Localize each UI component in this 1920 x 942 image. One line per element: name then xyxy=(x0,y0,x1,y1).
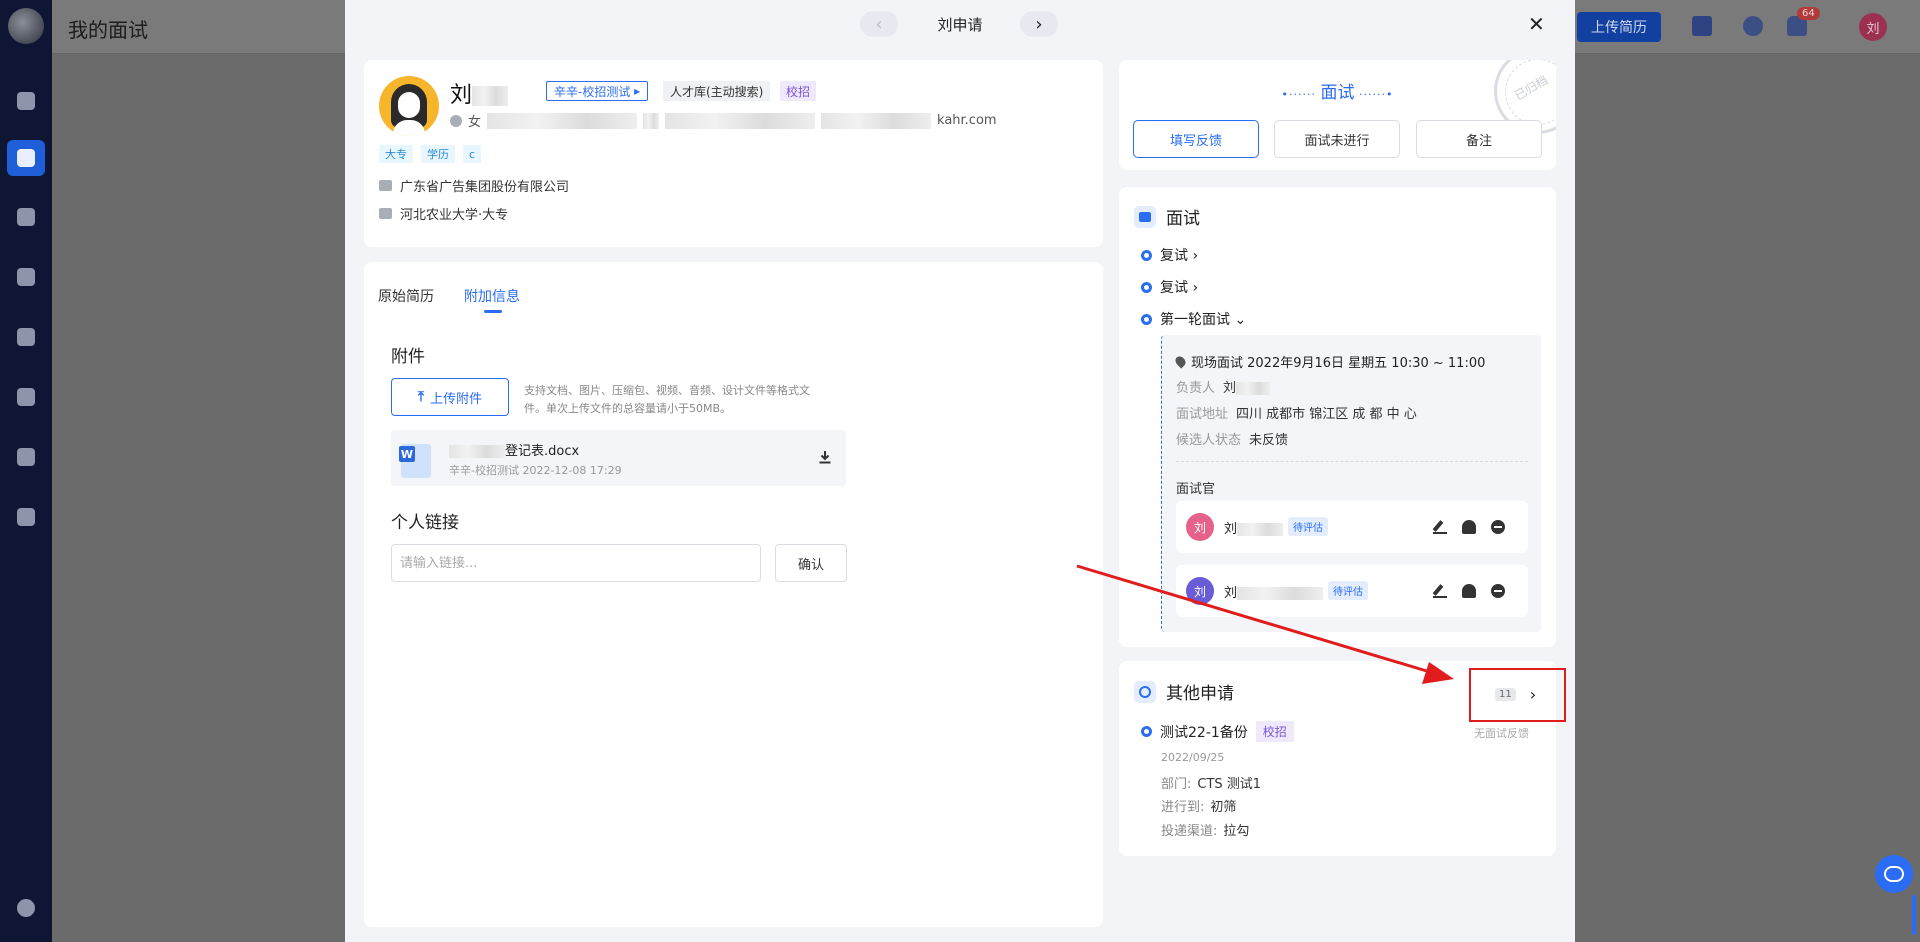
no-feedback-label: 无面试反馈 xyxy=(1474,727,1529,740)
company-row: 广东省广告集团股份有限公司 xyxy=(379,176,569,195)
file-name: 登记表.docx xyxy=(449,440,579,459)
candidate-name: 刘 xyxy=(450,77,509,109)
interview-time: 现场面试 2022年9月16日 星期五 10:30 ~ 11:00 xyxy=(1173,352,1485,371)
nav-settings-icon[interactable] xyxy=(0,890,52,926)
address-row: 面试地址 四川 成都市 锦江区 成 都 中 心 xyxy=(1176,407,1417,422)
nav-chart-icon[interactable] xyxy=(0,499,52,535)
interviewers-title: 面试官 xyxy=(1176,482,1216,497)
location-pin-icon xyxy=(1173,354,1188,369)
interviewer-name: 刘 xyxy=(1224,582,1324,601)
candidate-chips: 大专 学历 c xyxy=(379,145,482,163)
chip: 大专 xyxy=(379,145,413,163)
nav-monitor-icon[interactable] xyxy=(0,379,52,415)
confirm-link-button[interactable]: 确认 xyxy=(775,544,847,582)
other-applications-header: 其他申请 xyxy=(1134,679,1234,704)
interviewer-row: 刘 刘 待评估 xyxy=(1176,501,1528,553)
close-icon[interactable]: ✕ xyxy=(1528,12,1545,36)
application-item[interactable]: 测试22-1备份 校招 xyxy=(1141,721,1294,742)
candidate-card: 刘 辛辛-校招测试 ▸ 人才库(主动搜索) 校招 女 kahr.com 大专 学… xyxy=(364,60,1103,247)
drawer-header: ‹ 刘申请 › ✕ xyxy=(345,0,1575,46)
owner-row: 负责人刘 xyxy=(1176,377,1271,396)
app-sidebar xyxy=(0,0,52,942)
attachments-title: 附件 xyxy=(391,347,425,367)
interview-status-card: •······ 面试 ······• 已归档 填写反馈 面试未进行 备注 xyxy=(1119,60,1556,170)
channel-tag[interactable]: 辛辛-校招测试 ▸ xyxy=(546,81,649,101)
personal-links-title: 个人链接 xyxy=(391,513,459,533)
nav-calendar-icon[interactable] xyxy=(0,140,52,176)
interviewer-row: 刘 刘 待评估 xyxy=(1176,565,1528,617)
page-title: 我的面试 xyxy=(68,18,148,42)
app-type-tag: 校招 xyxy=(1255,721,1294,742)
interview-card: 面试 复试 › 复试 › 第一轮面试 ⌄ 现场面试 2022年9月16日 星期五… xyxy=(1119,187,1556,647)
stage-row: 进行到: 初筛 xyxy=(1161,800,1237,815)
application-date: 2022/09/25 xyxy=(1161,751,1225,764)
pool-tag: 人才库(主动搜索) xyxy=(663,81,771,101)
round-item[interactable]: 复试 › xyxy=(1141,277,1198,297)
nav-clipboard-icon[interactable] xyxy=(0,199,52,235)
edit-icon[interactable] xyxy=(1433,520,1447,534)
school-row: 河北农业大学·大专 xyxy=(379,204,508,223)
application-drawer: ‹ 刘申请 › ✕ 刘 辛辛-校招测试 ▸ 人才库(主动搜索) 校招 女 kah… xyxy=(345,0,1575,942)
interviewer-avatar: 刘 xyxy=(1186,513,1214,541)
tab-additional-info[interactable]: 附加信息 xyxy=(464,286,520,313)
fill-feedback-button[interactable]: 填写反馈 xyxy=(1133,120,1259,158)
tab-original-resume[interactable]: 原始简历 xyxy=(378,286,434,306)
annotation-highlight-box xyxy=(1469,668,1566,722)
nav-user-icon[interactable] xyxy=(0,319,52,355)
attachment-file[interactable]: W 登记表.docx 辛辛-校招测试 2022-12-08 17:29 xyxy=(391,430,846,486)
round-detail: 现场面试 2022年9月16日 星期五 10:30 ~ 11:00 负责人刘 面… xyxy=(1161,335,1541,632)
candidate-avatar xyxy=(379,76,439,136)
interview-header: 面试 xyxy=(1134,204,1200,229)
nav-people-icon[interactable] xyxy=(0,259,52,295)
file-meta: 辛辛-校招测试 2022-12-08 17:29 xyxy=(449,464,622,477)
chip: 学历 xyxy=(421,145,455,163)
type-tag: 校招 xyxy=(780,81,817,101)
resume-panel: 原始简历 附加信息 附件 ⤒ 上传附件 支持文档、图片、压缩包、视频、音频、设计… xyxy=(364,262,1103,927)
upload-hint: 支持文档、图片、压缩包、视频、音频、设计文件等格式文件。单次上传文件的总容量请小… xyxy=(524,384,810,415)
help-icon[interactable] xyxy=(1743,16,1763,36)
graduation-icon xyxy=(379,208,392,219)
download-icon[interactable] xyxy=(818,450,832,464)
person-icon xyxy=(450,114,462,127)
nav-book-icon[interactable] xyxy=(0,439,52,475)
remove-icon[interactable] xyxy=(1491,520,1505,534)
gift-icon[interactable] xyxy=(1692,16,1712,36)
not-conducted-button[interactable]: 面试未进行 xyxy=(1274,120,1400,158)
candidate-contact: 女 kahr.com xyxy=(450,111,997,130)
briefcase-icon xyxy=(379,180,392,191)
drawer-title: 刘申请 xyxy=(937,16,983,34)
upload-icon: ⤒ xyxy=(417,389,425,405)
interview-icon xyxy=(1134,205,1156,228)
note-button[interactable]: 备注 xyxy=(1416,120,1542,158)
status-title: •······ 面试 ······• xyxy=(1281,83,1394,103)
link-input[interactable] xyxy=(391,544,761,582)
department-row: 部门: CTS 测试1 xyxy=(1161,777,1262,792)
app-logo xyxy=(8,8,44,44)
bell-icon[interactable] xyxy=(1462,520,1476,534)
chip: c xyxy=(463,145,482,163)
user-avatar[interactable]: 刘 xyxy=(1859,13,1887,41)
bell-icon[interactable] xyxy=(1462,584,1476,598)
round-item[interactable]: 复试 › xyxy=(1141,245,1198,265)
edit-icon[interactable] xyxy=(1433,584,1447,598)
notification-badge: 64 xyxy=(1797,7,1820,20)
remove-icon[interactable] xyxy=(1491,584,1505,598)
pending-badge: 待评估 xyxy=(1288,517,1328,536)
nav-filter-icon[interactable] xyxy=(0,83,52,119)
alarm-clock-icon xyxy=(1134,680,1156,703)
pending-badge: 待评估 xyxy=(1328,581,1368,600)
word-file-icon: W xyxy=(399,444,431,478)
upload-attachment-button[interactable]: ⤒ 上传附件 xyxy=(391,378,509,416)
resume-tabs: 原始简历 附加信息 xyxy=(378,286,520,313)
channel-row: 投递渠道: 拉勾 xyxy=(1161,824,1250,839)
interviewer-name: 刘 xyxy=(1224,518,1284,537)
upload-resume-button[interactable]: 上传简历 xyxy=(1577,12,1661,42)
interviewer-avatar: 刘 xyxy=(1186,577,1214,605)
candidate-status-row: 候选人状态 未反馈 xyxy=(1176,433,1289,448)
next-candidate-button[interactable]: › xyxy=(1020,11,1058,37)
chat-icon[interactable] xyxy=(1875,855,1913,893)
round-item-expanded[interactable]: 第一轮面试 ⌄ xyxy=(1141,309,1246,329)
side-indicator xyxy=(1912,895,1916,935)
